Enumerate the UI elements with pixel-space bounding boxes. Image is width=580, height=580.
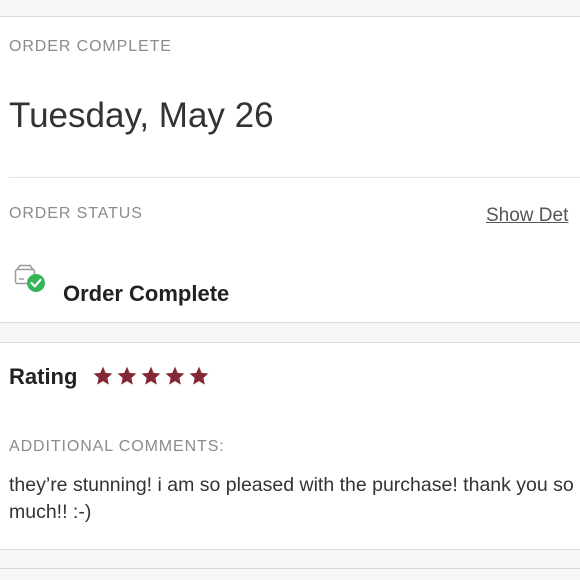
order-card: ORDER COMPLETE Tuesday, May 26 ORDER STA…	[0, 16, 580, 323]
review-comment: they’re stunning! i am so pleased with t…	[9, 474, 574, 523]
order-status-caption: ORDER STATUS	[9, 205, 143, 222]
order-status-text: Order Complete	[63, 281, 230, 306]
order-date: Tuesday, May 26	[9, 96, 274, 135]
review-card: Rating ADDITIONAL COMMENTS: they’re stun…	[0, 342, 580, 550]
star-icon	[165, 366, 185, 385]
additional-comments-caption: ADDITIONAL COMMENTS:	[9, 438, 225, 455]
bottom-divider	[0, 568, 580, 569]
rating-stars	[92, 365, 210, 387]
divider	[9, 177, 580, 178]
star-icon	[141, 366, 161, 385]
star-icon	[93, 366, 113, 385]
package-check-icon	[14, 264, 45, 292]
rating-label: Rating	[9, 364, 78, 389]
order-complete-caption: ORDER COMPLETE	[9, 38, 172, 55]
star-icon	[117, 366, 137, 385]
star-icon	[189, 366, 209, 385]
show-details-link[interactable]: Show Det	[486, 205, 568, 227]
